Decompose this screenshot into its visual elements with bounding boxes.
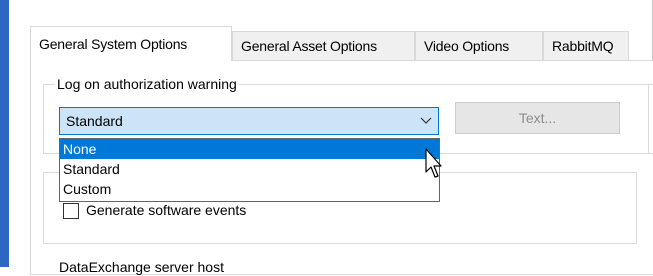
tab-general-system-options[interactable]: General System Options [30,26,232,61]
tab-video-options[interactable]: Video Options [415,31,543,60]
mouse-cursor-icon [425,148,442,178]
combobox-value: Standard [66,113,123,129]
text-button[interactable]: Text... [455,102,620,134]
auth-warning-combobox[interactable]: Standard [59,107,439,135]
window-left-edge [0,0,9,267]
auth-warning-dropdown-list[interactable]: None Standard Custom [59,138,440,202]
generate-software-events-label: Generate software events [86,202,247,218]
chevron-down-icon[interactable] [420,116,432,126]
dropdown-option-standard[interactable]: Standard [60,159,439,179]
group-divider [648,84,649,154]
tab-general-asset-options[interactable]: General Asset Options [232,31,415,60]
dataexchange-host-label: DataExchange server host [59,259,224,275]
tab-rabbitmq[interactable]: RabbitMQ [543,31,629,60]
auth-warning-legend: Log on authorization warning [55,76,239,92]
dropdown-option-none[interactable]: None [60,139,439,159]
generate-software-events-checkbox[interactable] [63,203,79,219]
dropdown-option-custom[interactable]: Custom [60,179,439,199]
